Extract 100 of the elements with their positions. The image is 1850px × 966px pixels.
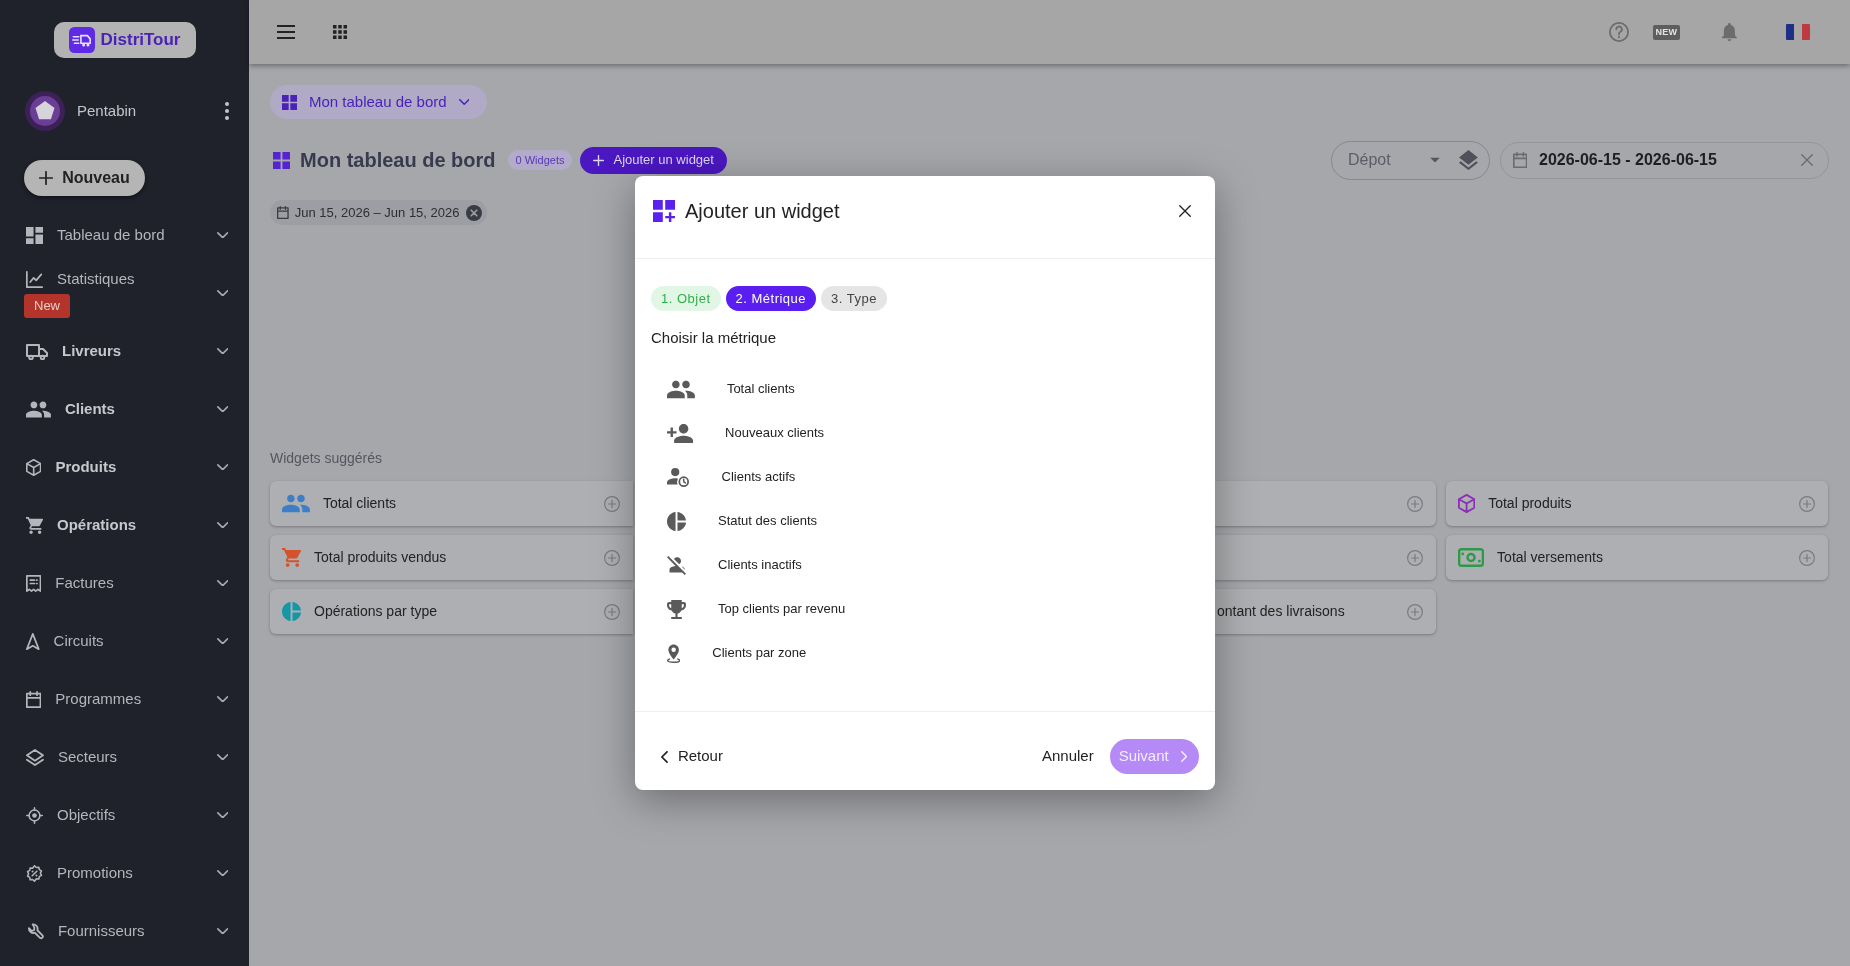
chevron-down-icon[interactable] <box>216 753 228 761</box>
brand-name: DistriTour <box>100 29 181 52</box>
chevron-down-icon[interactable] <box>216 695 228 703</box>
flag-icon[interactable] <box>1786 24 1810 40</box>
section-label: Widgets suggérés <box>270 449 383 467</box>
chevron-down-icon[interactable] <box>216 463 228 471</box>
dashboard-grid-icon <box>26 226 43 244</box>
wizard-step: 3. Type <box>821 286 887 311</box>
date-filter-chip[interactable]: Jun 15, 2026 – Jun 15, 2026 <box>270 200 487 225</box>
metric-option[interactable]: Clients inactifs <box>651 543 812 587</box>
metric-option[interactable]: Clients par zone <box>651 631 817 675</box>
layers-icon <box>26 748 44 766</box>
avatar-icon <box>25 91 65 131</box>
metric-option[interactable]: Clients actifs <box>651 455 806 499</box>
location-pin-icon <box>667 643 681 663</box>
logo-pill[interactable]: DistriTour <box>53 22 196 58</box>
chevron-down-icon[interactable] <box>216 927 228 935</box>
wrench-icon <box>26 922 44 940</box>
chevron-left-icon <box>661 750 668 763</box>
truck-icon <box>26 342 48 360</box>
line-chart-icon <box>26 270 43 288</box>
sidebar-item[interactable]: Secteurs <box>57 745 118 769</box>
metric-option[interactable]: Top clients par revenu <box>651 587 856 631</box>
apps-grid-icon[interactable] <box>333 25 347 39</box>
close-icon[interactable] <box>1179 205 1191 217</box>
remove-circle-icon[interactable] <box>465 204 482 221</box>
sidebar-item[interactable]: Statistiques <box>57 267 135 291</box>
sidebar-item[interactable]: Objectifs <box>57 803 116 827</box>
person-off-icon <box>667 555 686 575</box>
chevron-down-icon[interactable] <box>216 637 228 645</box>
grid-icon <box>282 94 297 110</box>
wizard-step: 1. Objet <box>651 286 721 311</box>
chevron-down-icon[interactable] <box>216 289 228 297</box>
create-button[interactable]: Nouveau <box>24 160 145 196</box>
add-widget-button[interactable]: Ajouter un widget <box>580 146 727 174</box>
section-label: Choisir la métrique <box>651 328 777 348</box>
grid-icon <box>273 151 290 169</box>
sidebar-item[interactable]: Opérations <box>57 513 137 537</box>
sidebar-item[interactable]: Programmes <box>55 687 142 711</box>
sidebar-item[interactable]: Promotions <box>57 861 133 885</box>
depot-select[interactable]: Dépot <box>1331 140 1490 180</box>
plus-icon <box>593 154 605 166</box>
logo-truck-icon <box>68 27 95 53</box>
widget-label: Total clients <box>322 494 397 513</box>
people-icon <box>26 400 51 418</box>
calendar-icon <box>26 690 42 708</box>
chevron-down-icon[interactable] <box>216 869 228 877</box>
chevron-right-icon <box>1180 751 1187 762</box>
layers-icon <box>1459 150 1478 170</box>
menu-icon[interactable] <box>277 25 295 39</box>
wizard-step: 2. Métrique <box>725 286 817 311</box>
dashboard-select[interactable]: Mon tableau de bord <box>270 85 488 119</box>
date-range-field[interactable]: 2026-06-15 - 2026-06-15 <box>1500 141 1829 179</box>
sidebar-item[interactable]: Factures <box>55 571 114 595</box>
new-tag: New <box>24 294 70 319</box>
whats-new-button[interactable]: NEW <box>1652 24 1681 40</box>
chevron-down-icon[interactable] <box>216 405 228 413</box>
kebab-menu-icon[interactable] <box>225 102 229 120</box>
sidebar-item[interactable]: Tableau de bord <box>57 223 165 247</box>
widget-label: Opérations par type <box>314 602 437 621</box>
person-add-icon <box>667 423 694 443</box>
trophy-icon <box>667 599 686 619</box>
cancel-button[interactable]: Annuler <box>1031 739 1104 774</box>
target-icon <box>26 806 43 824</box>
sidebar-item[interactable]: Produits <box>55 455 117 479</box>
dialog-title: Ajouter un widget <box>685 199 840 224</box>
metric-option[interactable]: Nouveaux clients <box>651 411 835 455</box>
sidebar-item[interactable]: Clients <box>64 397 115 421</box>
receipt-icon <box>26 574 42 592</box>
caret-down-icon[interactable] <box>1430 157 1440 163</box>
widget-label: ontant des livraisons <box>1217 602 1345 621</box>
widget-label: Total versements <box>1497 548 1603 567</box>
sidebar-item[interactable]: Circuits <box>53 629 104 653</box>
user-name: Pentabin <box>77 100 137 121</box>
sidebar-item[interactable]: Fournisseurs <box>57 919 145 943</box>
chevron-down-icon[interactable] <box>216 811 228 819</box>
plus-icon <box>39 171 54 185</box>
chevron-down-icon[interactable] <box>216 231 228 239</box>
cart-icon <box>26 516 43 534</box>
sidebar-item[interactable]: Livreurs <box>62 339 122 363</box>
percent-badge-icon <box>26 864 43 882</box>
widget-add-icon <box>653 200 675 222</box>
navigation-arrow-icon <box>26 632 40 650</box>
people-icon <box>667 379 695 399</box>
metric-option[interactable]: Total clients <box>651 367 805 411</box>
calendar-icon <box>1513 152 1528 168</box>
widget-count-badge: 0 Widgets <box>507 150 573 170</box>
chevron-down-icon[interactable] <box>216 579 228 587</box>
chevron-down-icon[interactable] <box>216 521 228 529</box>
chevron-down-icon <box>458 99 470 105</box>
back-button[interactable]: Retour <box>651 739 733 774</box>
pie-chart-icon <box>667 511 686 531</box>
widget-label: Total produits vendus <box>314 548 447 567</box>
calendar-icon <box>277 206 289 219</box>
chevron-down-icon[interactable] <box>216 347 228 355</box>
person-clock-icon <box>667 467 690 487</box>
page-title: Mon tableau de bord <box>300 148 496 172</box>
widget-label: Total produits <box>1488 494 1572 513</box>
box-icon <box>26 458 42 476</box>
metric-option[interactable]: Statut des clients <box>651 499 827 543</box>
